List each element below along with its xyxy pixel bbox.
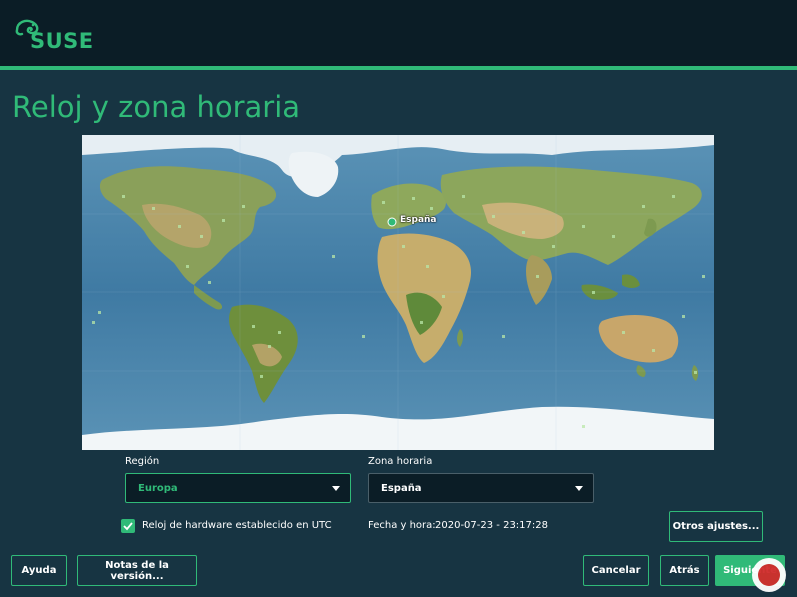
region-select-value: Europa	[138, 482, 178, 494]
page-title: Reloj y zona horaria	[12, 90, 301, 124]
suse-logo: SUSE	[10, 18, 93, 54]
release-notes-button[interactable]: Notas de la versión...	[77, 555, 197, 586]
timezone-select-value: España	[381, 482, 422, 494]
help-button[interactable]: Ayuda	[11, 555, 67, 586]
datetime-label: Fecha y hora:	[368, 520, 436, 531]
logo-text: SUSE	[30, 29, 94, 53]
checkmark-icon	[123, 522, 133, 531]
timezone-select[interactable]: España	[368, 473, 594, 503]
region-label: Región	[125, 456, 160, 467]
header-accent-line	[0, 66, 797, 70]
back-button[interactable]: Atrás	[660, 555, 709, 586]
chevron-down-icon	[332, 486, 340, 491]
timezone-label: Zona horaria	[368, 456, 433, 467]
top-bar: SUSE	[0, 0, 797, 66]
utc-checkbox-label: Reloj de hardware establecido en UTC	[142, 520, 332, 531]
cancel-button[interactable]: Cancelar	[583, 555, 649, 586]
datetime-value: 2020-07-23 - 23:17:28	[435, 520, 548, 531]
region-select[interactable]: Europa	[125, 473, 351, 503]
chevron-down-icon	[575, 486, 583, 491]
world-map[interactable]: España	[82, 135, 714, 450]
watermark-logo	[752, 558, 786, 592]
other-settings-button[interactable]: Otros ajustes...	[669, 511, 763, 542]
utc-checkbox[interactable]	[121, 519, 135, 533]
selected-city-label: España	[400, 215, 437, 225]
